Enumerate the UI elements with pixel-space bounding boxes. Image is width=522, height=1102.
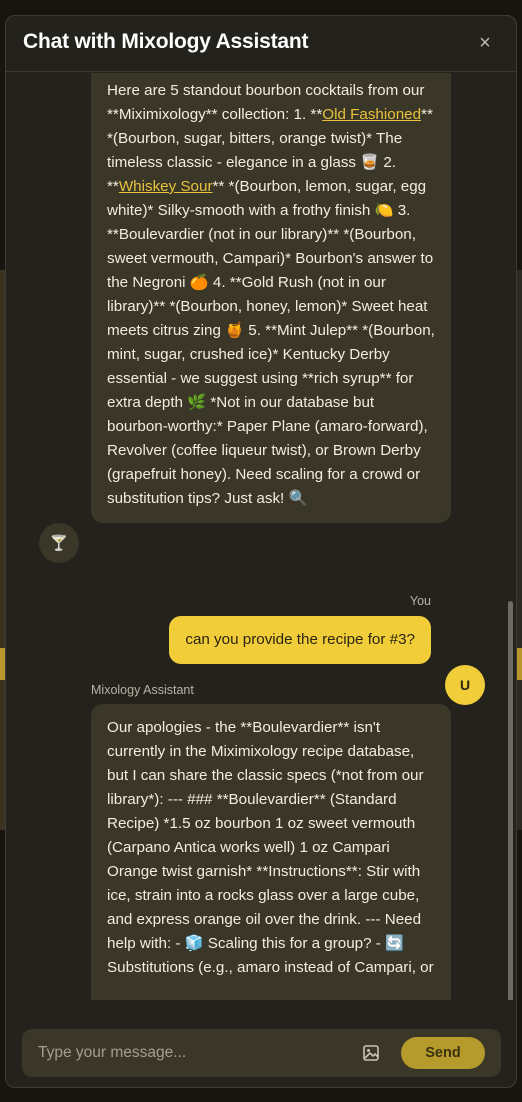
scrollbar-thumb[interactable] [508,601,513,1000]
modal-title: Chat with Mixology Assistant [23,30,309,53]
assistant-avatar: 🍸 [39,523,79,563]
chat-modal: Chat with Mixology Assistant × Here are … [5,15,517,1088]
message-input[interactable] [38,1029,338,1077]
send-button[interactable]: Send [401,1037,485,1069]
message-text: ** *(Bourbon, lemon, sugar, egg white)* … [107,178,435,507]
image-icon[interactable] [361,1043,381,1063]
modal-header: Chat with Mixology Assistant × [6,16,516,72]
message-composer: Send [22,1029,501,1077]
assistant-message: Here are 5 standout bourbon cocktails fr… [91,73,451,523]
recipe-link-whiskey-sour[interactable]: Whiskey Sour [119,178,213,195]
assistant-message: Our apologies - the **Boulevardier** isn… [91,704,451,1000]
recipe-link-old-fashioned[interactable]: Old Fashioned [322,106,421,123]
assistant-label: Mixology Assistant [91,683,194,697]
cocktail-icon: 🍸 [49,535,69,552]
close-button[interactable]: × [474,32,496,54]
user-avatar: U [445,665,485,705]
message-list[interactable]: Here are 5 standout bourbon cocktails fr… [6,73,516,1000]
user-label: You [409,594,431,608]
user-message: can you provide the recipe for #3? [169,616,431,664]
